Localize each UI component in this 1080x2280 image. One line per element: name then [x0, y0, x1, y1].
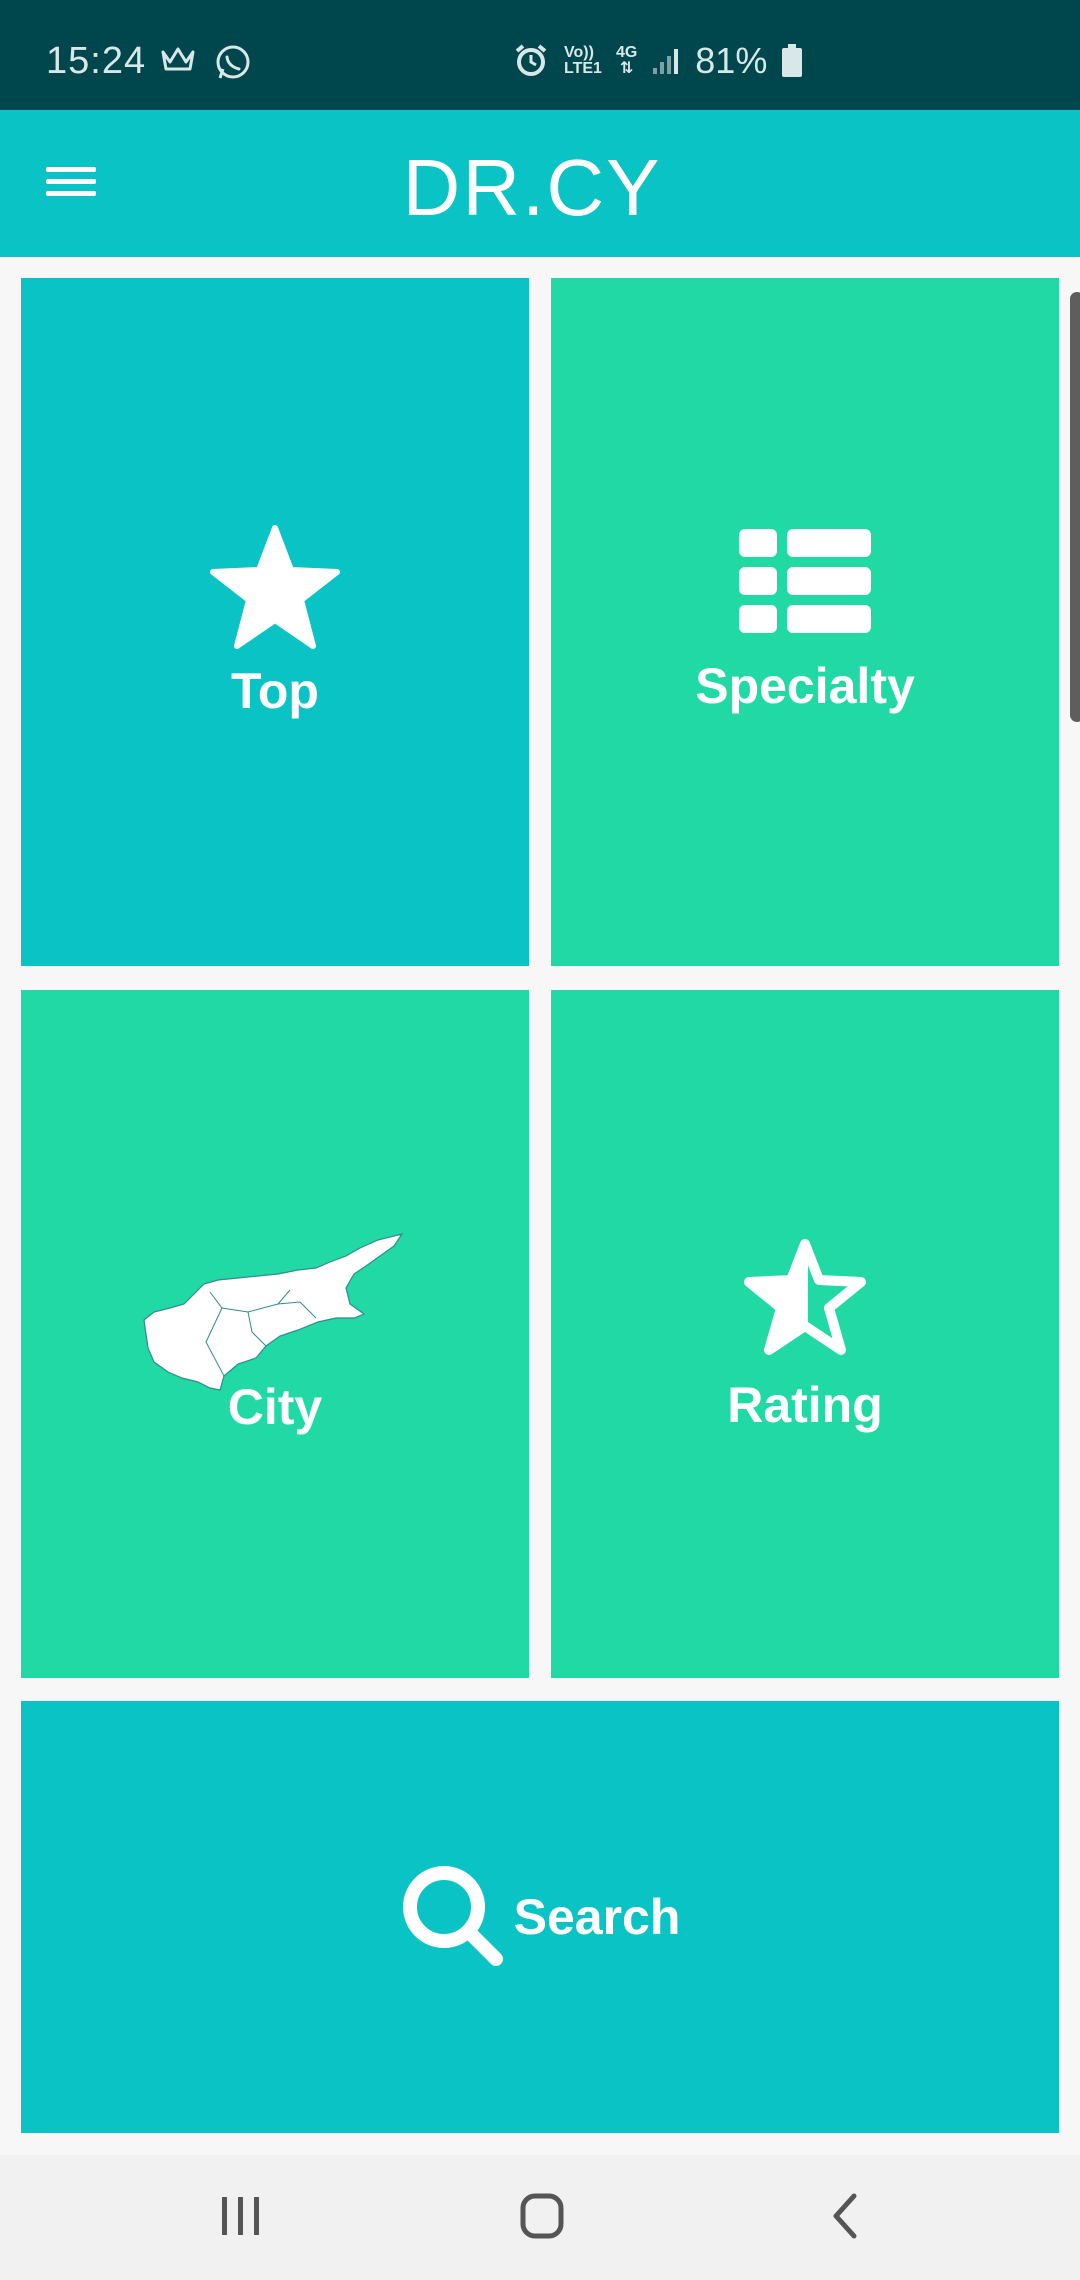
whatsapp-icon — [216, 45, 250, 79]
notification-icons — [160, 44, 252, 82]
city-label: City — [227, 1379, 323, 1435]
lte-label: LTE1 — [564, 60, 602, 77]
app-title: DR.CY — [402, 143, 662, 232]
4g-label: 4G — [615, 44, 638, 61]
status-bar: 15:24 Vo)) LTE1 4G ⇅ 81% — [0, 0, 1080, 110]
search-label: Search — [513, 1889, 681, 1945]
battery-icon — [782, 44, 803, 77]
top-label: Top — [231, 663, 319, 719]
rating-label: Rating — [727, 1377, 883, 1433]
volte-label: Vo)) — [564, 44, 594, 61]
search-tile[interactable]: Search — [21, 1701, 1059, 2133]
alarm-icon — [515, 44, 547, 76]
back-icon[interactable] — [826, 2191, 866, 2241]
4g-data-icon: 4G ⇅ — [615, 44, 638, 77]
list-icon — [739, 529, 871, 633]
volte-icon: Vo)) LTE1 — [564, 45, 602, 77]
crown-icon — [161, 47, 195, 71]
battery-percent: 81% — [695, 40, 768, 81]
rating-tile[interactable]: Rating — [551, 990, 1059, 1678]
search-icon — [402, 1866, 503, 1966]
scrollbar[interactable] — [1070, 292, 1080, 722]
specialty-label: Specialty — [695, 658, 915, 714]
cyprus-map-icon — [143, 1233, 404, 1391]
top-tile[interactable]: Top — [21, 278, 529, 966]
signal-icon — [653, 49, 679, 74]
specialty-tile[interactable]: Specialty — [551, 278, 1059, 966]
status-time: 15:24 — [46, 40, 147, 82]
recent-apps-icon[interactable] — [218, 2191, 264, 2241]
city-tile[interactable]: City — [21, 990, 529, 1678]
app-bar: DR.CY — [0, 110, 1080, 257]
navigation-bar — [0, 2155, 1080, 2280]
half-star-icon — [744, 1239, 866, 1355]
system-icons: Vo)) LTE1 4G ⇅ 81% — [512, 40, 803, 82]
home-icon[interactable] — [518, 2191, 568, 2241]
star-icon — [210, 525, 340, 649]
